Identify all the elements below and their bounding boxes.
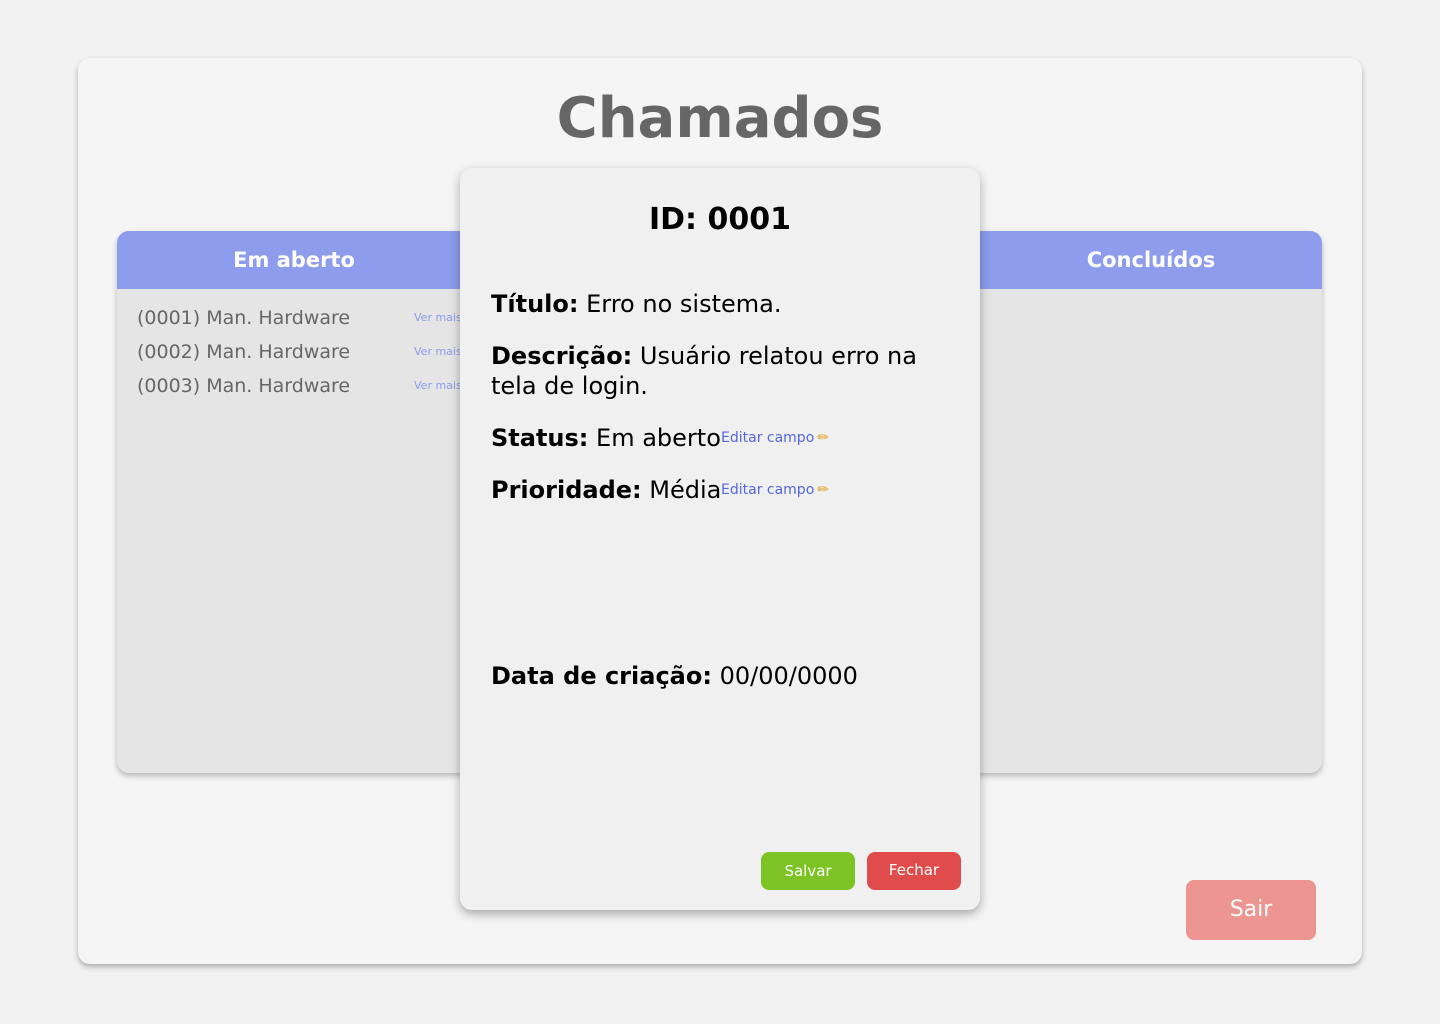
edit-status-label: Editar campo xyxy=(721,430,815,446)
ticket-label: (0002) Man. Hardware xyxy=(137,341,351,363)
priority-value: Média xyxy=(649,476,722,504)
pencil-icon: ✏ xyxy=(817,430,829,446)
page-title: Chamados xyxy=(556,86,884,151)
date-label: Data de criação: xyxy=(491,662,712,690)
open-ticket-list: (0001) Man. Hardware Ver mais (0002) Man… xyxy=(117,289,471,409)
list-item: (0001) Man. Hardware Ver mais xyxy=(117,307,471,341)
see-more-link[interactable]: Ver mais xyxy=(414,311,462,324)
status-label: Status: xyxy=(491,424,589,452)
ticket-label: (0001) Man. Hardware xyxy=(137,307,351,329)
edit-priority-label: Editar campo xyxy=(721,482,815,498)
date-value: 00/00/0000 xyxy=(719,662,858,690)
list-item: (0003) Man. Hardware Ver mais xyxy=(117,375,471,409)
field-description: Descrição: Usuário relatou erro na tela … xyxy=(491,341,961,401)
column-done-header: Concluídos xyxy=(968,231,1322,289)
edit-status-link[interactable]: Editar campo ✏ xyxy=(721,430,829,446)
ticket-label: (0003) Man. Hardware xyxy=(137,375,351,397)
priority-label: Prioridade: xyxy=(491,476,642,504)
pencil-icon: ✏ xyxy=(817,482,829,498)
field-priority: Prioridade: Média xyxy=(491,475,721,505)
title-value: Erro no sistema. xyxy=(586,290,782,318)
description-label: Descrição: xyxy=(491,342,633,370)
save-button[interactable]: Salvar xyxy=(761,852,855,890)
edit-priority-link[interactable]: Editar campo ✏ xyxy=(721,482,829,498)
id-label: ID: xyxy=(648,202,698,237)
field-status: Status: Em aberto xyxy=(491,423,721,453)
see-more-link[interactable]: Ver mais xyxy=(414,379,462,392)
status-value: Em aberto xyxy=(596,424,721,452)
column-done: Concluídos xyxy=(968,231,1322,773)
field-created-date: Data de criação: 00/00/0000 xyxy=(491,661,858,691)
list-item: (0002) Man. Hardware Ver mais xyxy=(117,341,471,375)
modal-id-heading: ID: 0001 xyxy=(460,202,980,237)
see-more-link[interactable]: Ver mais xyxy=(414,345,462,358)
title-label: Título: xyxy=(491,290,579,318)
exit-button[interactable]: Sair xyxy=(1186,880,1316,940)
id-value: 0001 xyxy=(707,202,792,237)
column-open: Em aberto (0001) Man. Hardware Ver mais … xyxy=(117,231,471,773)
close-button[interactable]: Fechar xyxy=(867,852,961,890)
field-title: Título: Erro no sistema. xyxy=(491,289,781,319)
ticket-detail-modal: ID: 0001 Título: Erro no sistema. Descri… xyxy=(460,168,980,910)
column-open-header: Em aberto xyxy=(117,231,471,289)
